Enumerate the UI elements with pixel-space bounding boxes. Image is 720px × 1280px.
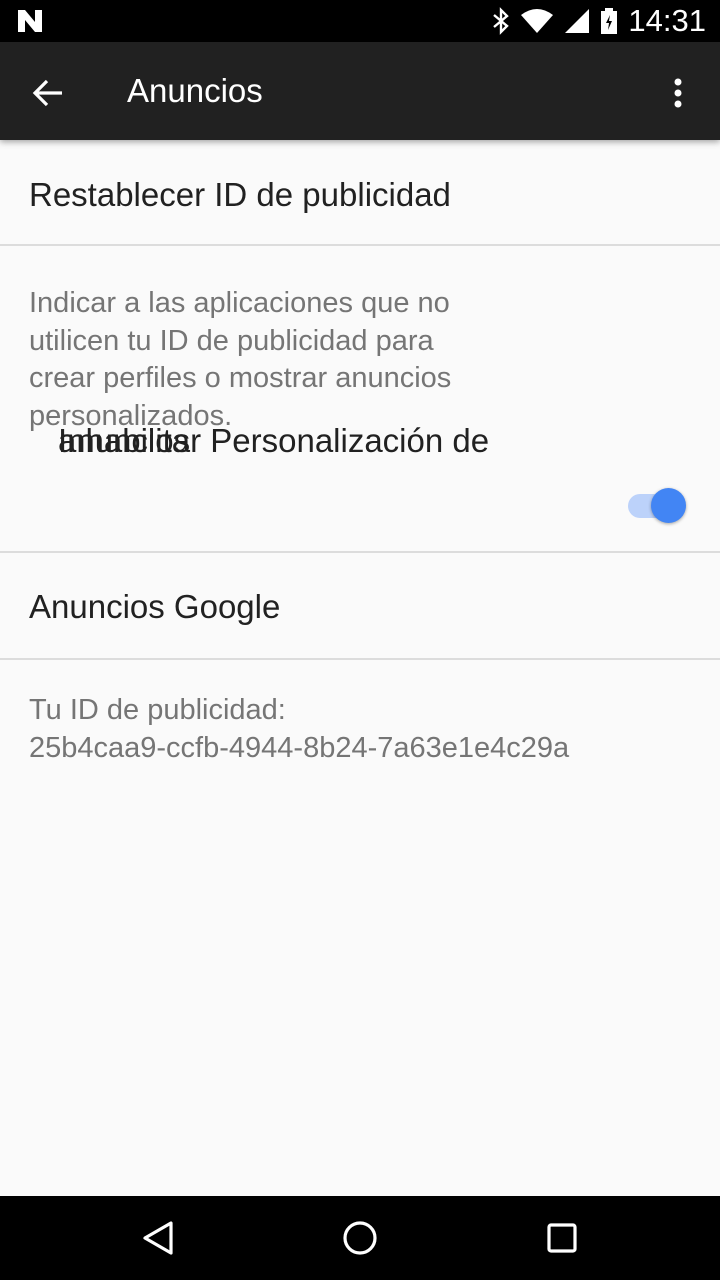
page-title: Anuncios: [127, 72, 263, 109]
overflow-menu-button[interactable]: [654, 67, 702, 119]
bluetooth-icon: [493, 7, 510, 35]
nav-back-icon: [143, 1221, 173, 1255]
opt-out-summary: Indicar a las aplicaciones que no utilic…: [29, 285, 589, 435]
navigation-bar: [0, 1196, 720, 1280]
nav-back-button[interactable]: [134, 1214, 182, 1262]
nav-recents-button[interactable]: [538, 1214, 586, 1262]
advertising-id-label: Tu ID de publicidad:: [29, 694, 286, 726]
notification-n-icon: [18, 10, 42, 32]
arrow-back-icon: [32, 79, 62, 107]
back-button[interactable]: [22, 67, 74, 119]
opt-out-summary-line1: Indicar a las aplicaciones que no: [29, 287, 450, 319]
advertising-id-value: 25b4caa9-ccfb-4944-8b24-7a63e1e4c29a: [29, 731, 570, 764]
app-bar: Anuncios: [0, 42, 720, 140]
reset-ad-id-item[interactable]: Restablecer ID de publicidad: [0, 140, 720, 246]
switch-thumb: [651, 488, 686, 523]
settings-list: Restablecer ID de publicidad Inhabilitar…: [0, 140, 720, 764]
signal-icon: [565, 9, 590, 33]
opt-out-title-line2: anuncios: [58, 422, 191, 459]
nav-recents-icon: [547, 1223, 577, 1253]
status-time: 14:31: [628, 3, 706, 38]
google-ads-title: Anuncios Google: [29, 588, 281, 625]
opt-out-personalization-item[interactable]: Inhabilitar Personalización de anuncios …: [0, 246, 720, 553]
google-ads-item[interactable]: Anuncios Google: [0, 553, 720, 660]
reset-ad-id-title: Restablecer ID de publicidad: [29, 176, 451, 213]
wifi-icon: [521, 9, 554, 33]
advertising-id-block: Tu ID de publicidad: 25b4caa9-ccfb-4944-…: [29, 692, 569, 767]
opt-out-summary-line3: crear perfiles o mostrar anuncios: [29, 362, 452, 394]
battery-icon: [601, 8, 618, 34]
nav-home-button[interactable]: [336, 1214, 384, 1262]
status-bar: 14:31: [0, 0, 720, 42]
more-vert-icon: [674, 78, 682, 108]
opt-out-switch[interactable]: [628, 486, 686, 523]
nav-home-icon: [343, 1221, 377, 1255]
opt-out-summary-line2: utilicen tu ID de publicidad para: [29, 324, 434, 357]
